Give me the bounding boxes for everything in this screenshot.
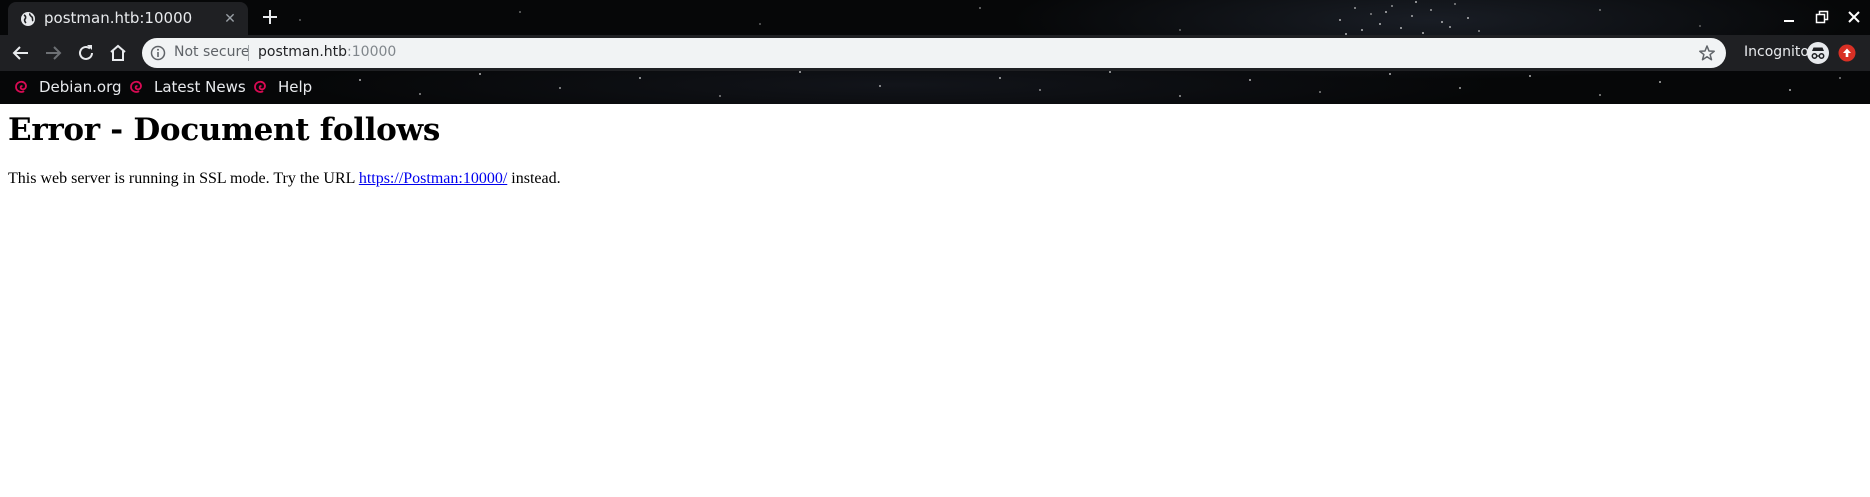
address-bar[interactable]: Not secure postman.htb:10000 <box>142 38 1726 68</box>
security-label[interactable]: Not secure <box>174 44 250 60</box>
home-icon[interactable] <box>107 42 129 64</box>
error-message: This web server is running in SSL mode. … <box>8 170 561 188</box>
globe-icon <box>21 12 35 26</box>
close-icon[interactable]: ✕ <box>222 11 238 27</box>
url-port: :10000 <box>347 44 397 60</box>
bookmark-label: Latest News <box>154 78 246 96</box>
incognito-label: Incognito <box>1744 44 1809 60</box>
bookmark-help[interactable]: Help <box>252 75 312 99</box>
bookmarks-bar: Debian.org Latest News Help <box>0 71 1870 104</box>
plus-icon[interactable] <box>260 7 280 27</box>
url-host: postman.htb <box>258 44 348 60</box>
star-icon[interactable] <box>1698 44 1716 62</box>
bookmark-debian-org[interactable]: Debian.org <box>13 75 122 99</box>
minimize-icon[interactable] <box>1780 8 1798 26</box>
message-suffix: instead. <box>507 170 561 187</box>
browser-chrome: postman.htb:10000 ✕ Not secure postman.h… <box>0 0 1870 104</box>
reload-icon[interactable] <box>75 42 97 64</box>
toolbar: Not secure postman.htb:10000 Incognito <box>0 35 1870 71</box>
browser-tab[interactable]: postman.htb:10000 ✕ <box>8 2 248 35</box>
arrow-left-icon[interactable] <box>10 42 32 64</box>
message-text: This web server is running in SSL mode. … <box>8 170 359 187</box>
page-content: Error - Document follows This web server… <box>0 104 1870 497</box>
debian-swirl-icon <box>15 80 27 93</box>
restore-icon[interactable] <box>1813 8 1831 26</box>
incognito-icon[interactable] <box>1806 41 1830 65</box>
arrow-right-icon[interactable] <box>42 42 64 64</box>
bookmark-label: Help <box>278 78 313 96</box>
bookmark-label: Debian.org <box>39 78 122 96</box>
url-text[interactable]: postman.htb:10000 <box>258 44 396 60</box>
page-title: Error - Document follows <box>8 112 441 148</box>
tab-title: postman.htb:10000 <box>44 9 193 27</box>
close-icon[interactable] <box>1845 8 1863 26</box>
info-icon[interactable] <box>150 45 166 61</box>
update-icon[interactable] <box>1838 44 1856 62</box>
debian-swirl-icon <box>254 80 266 93</box>
debian-swirl-icon <box>130 80 142 93</box>
bookmark-latest-news[interactable]: Latest News <box>128 75 246 99</box>
omnibox-separator <box>248 45 249 61</box>
ssl-url-link[interactable]: https://Postman:10000/ <box>359 170 507 187</box>
